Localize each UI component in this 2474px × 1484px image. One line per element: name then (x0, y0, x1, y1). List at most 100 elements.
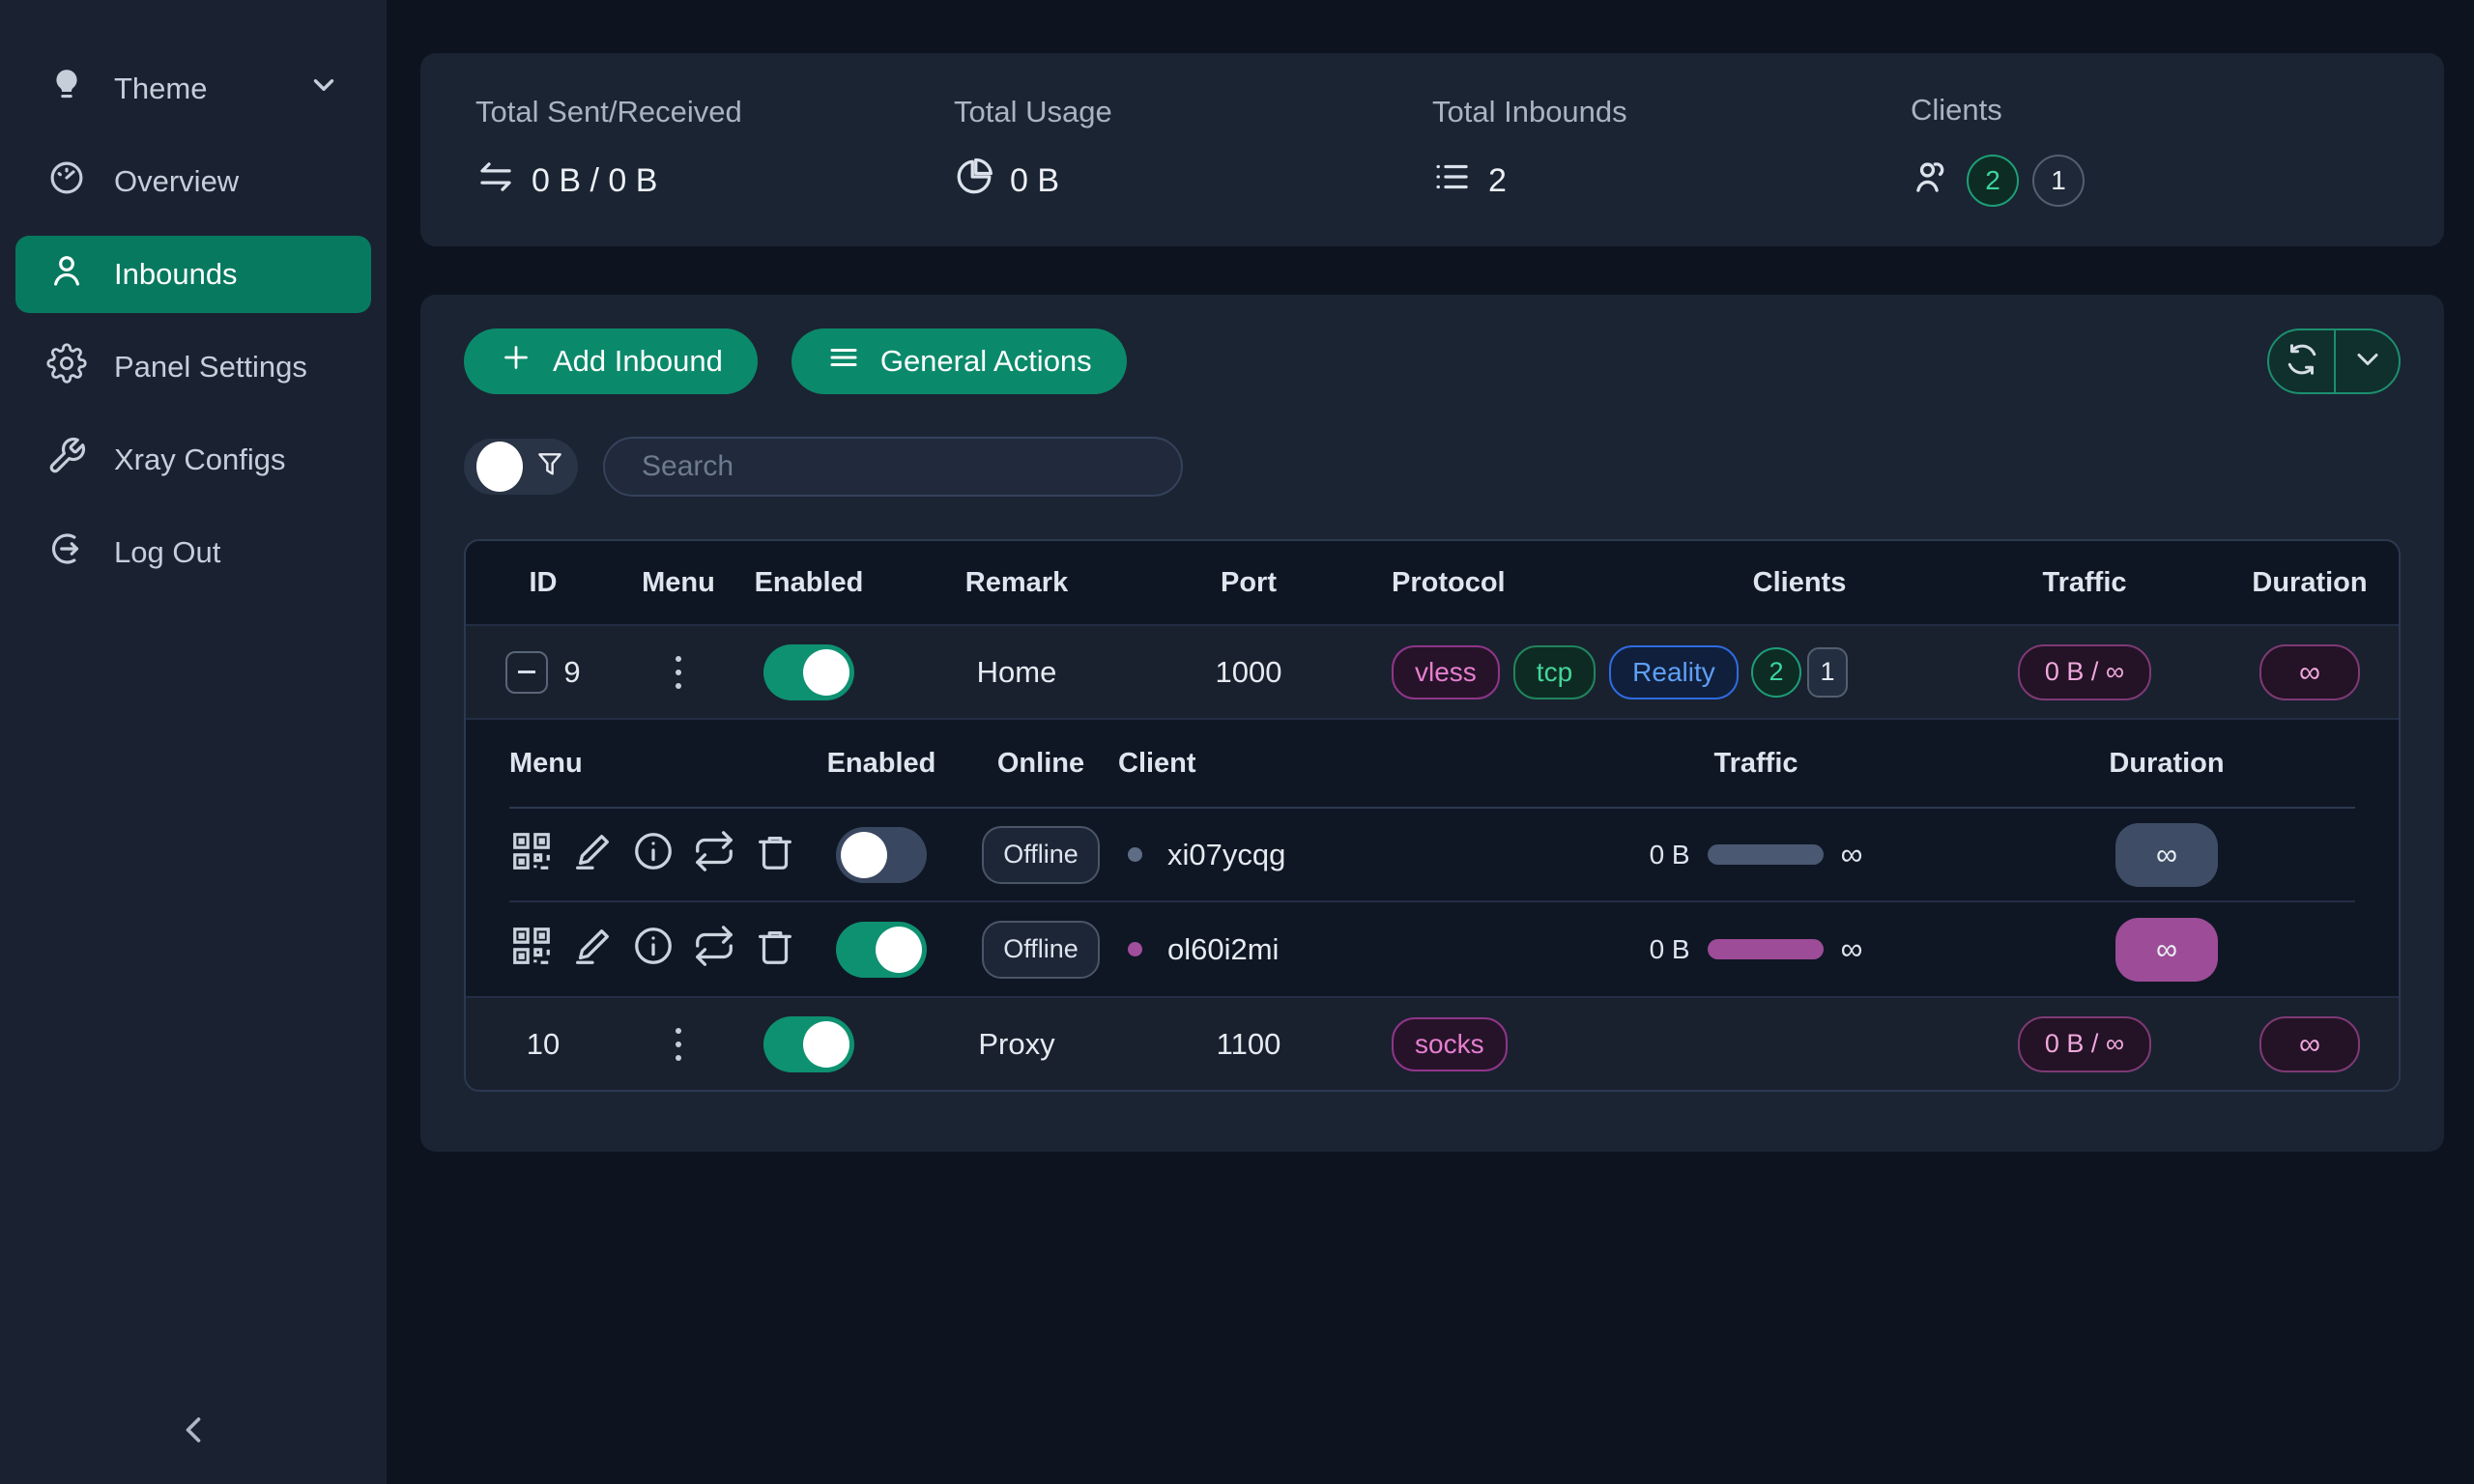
duration-badge: ∞ (2259, 1016, 2360, 1072)
search-input[interactable] (603, 437, 1183, 497)
add-inbound-label: Add Inbound (553, 344, 723, 379)
col-header-online: Online (964, 748, 1118, 780)
add-inbound-button[interactable]: Add Inbound (464, 328, 758, 394)
qrcode-icon[interactable] (509, 924, 554, 976)
duration-badge: ∞ (2115, 918, 2218, 982)
edit-icon[interactable] (570, 924, 615, 976)
gear-icon (46, 343, 87, 391)
refresh-split-button (2267, 328, 2401, 394)
inbound-remark: Proxy (881, 1027, 1152, 1062)
client-count-disabled-badge: 1 (1807, 647, 1848, 698)
duration-badge: ∞ (2115, 823, 2218, 887)
client-name: ol60i2mi (1167, 932, 1279, 967)
inbound-enabled-toggle[interactable] (763, 1016, 854, 1072)
logout-icon (46, 528, 87, 577)
online-status-badge: Offline (982, 826, 1100, 884)
inbound-id: 9 (563, 655, 580, 690)
sidebar-item-label: Inbounds (114, 257, 238, 292)
info-icon[interactable] (631, 924, 676, 976)
col-header-client: Client (1118, 748, 1534, 780)
users-icon (1911, 157, 1951, 206)
sidebar-item-panel-settings[interactable]: Panel Settings (15, 328, 371, 406)
sidebar-item-overview[interactable]: Overview (15, 143, 371, 220)
sidebar-item-xray-configs[interactable]: Xray Configs (15, 421, 371, 499)
duration-badge: ∞ (2259, 644, 2360, 700)
client-row: Offline xi07ycqg 0 B ∞ ∞ (509, 809, 2355, 902)
traffic-limit: ∞ (1841, 931, 1863, 967)
theme-selector[interactable]: Theme (15, 50, 371, 128)
traffic-progress-bar (1708, 939, 1824, 959)
refresh-button[interactable] (2269, 330, 2334, 392)
info-icon[interactable] (631, 829, 676, 881)
col-header-traffic: Traffic (1534, 748, 1978, 780)
client-enabled-toggle[interactable] (836, 922, 927, 978)
sidebar-item-inbounds[interactable]: Inbounds (15, 236, 371, 313)
protocol-badge: tcp (1513, 645, 1596, 699)
reset-traffic-icon[interactable] (692, 829, 736, 881)
col-header-port: Port (1152, 567, 1345, 599)
online-status-badge: Offline (982, 921, 1100, 979)
client-count-enabled-badge: 2 (1751, 647, 1801, 698)
swap-arrows-icon (475, 157, 516, 206)
pie-chart-icon (954, 157, 994, 206)
delete-icon[interactable] (753, 924, 797, 976)
toolbar: Add Inbound General Actions (464, 328, 2401, 394)
col-header-enabled: Enabled (799, 748, 964, 780)
general-actions-button[interactable]: General Actions (791, 328, 1127, 394)
sidebar-item-label: Overview (114, 164, 239, 199)
gauge-icon (46, 157, 87, 206)
col-header-menu: Menu (509, 748, 799, 780)
list-icon (1432, 157, 1473, 206)
app-root: Theme Overview (0, 0, 2474, 1484)
sidebar-item-label: Log Out (114, 535, 220, 570)
inbound-remark: Home (881, 655, 1152, 690)
stat-value: 2 (1488, 162, 1507, 200)
table-row: 10 Proxy 1100 socks 0 B / ∞ (466, 996, 2399, 1090)
chevron-down-icon (307, 69, 340, 109)
client-color-dot (1128, 942, 1142, 956)
stat-total-sent-received: Total Sent/Received 0 B / 0 B (475, 95, 954, 206)
theme-label: Theme (114, 71, 207, 106)
wrench-icon (46, 436, 87, 484)
stat-label: Total Sent/Received (475, 95, 954, 129)
search-row (464, 437, 2401, 497)
stat-label: Total Inbounds (1432, 95, 1911, 129)
client-color-dot (1128, 847, 1142, 862)
sidebar-item-logout[interactable]: Log Out (15, 514, 371, 591)
stat-value: 0 B (1010, 162, 1059, 200)
traffic-used: 0 B (1650, 840, 1690, 870)
traffic-badge: 0 B / ∞ (2018, 1016, 2151, 1072)
col-header-clients: Clients (1654, 567, 1944, 599)
toggle-knob (476, 442, 523, 492)
collapse-row-button[interactable] (505, 651, 548, 694)
user-icon (46, 250, 87, 299)
row-menu-button[interactable] (670, 1022, 687, 1067)
lightbulb-icon (46, 65, 87, 113)
traffic-used: 0 B (1650, 934, 1690, 965)
hamburger-icon (826, 340, 861, 383)
stats-card: Total Sent/Received 0 B / 0 B Total Usag… (420, 53, 2444, 246)
sidebar: Theme Overview (0, 0, 387, 1484)
qrcode-icon[interactable] (509, 829, 554, 881)
table-header-row: ID Menu Enabled Remark Port Protocol Cli… (466, 541, 2399, 624)
reset-traffic-icon[interactable] (692, 924, 736, 976)
stat-label: Clients (1911, 93, 2389, 128)
sidebar-collapse-button[interactable] (162, 1401, 224, 1463)
funnel-icon (534, 449, 565, 485)
refresh-options-button[interactable] (2334, 330, 2399, 392)
protocol-badge: vless (1392, 645, 1500, 699)
inbound-port: 1100 (1152, 1027, 1345, 1062)
inbounds-table: ID Menu Enabled Remark Port Protocol Cli… (464, 539, 2401, 1092)
inbound-enabled-toggle[interactable] (763, 644, 854, 700)
inbounds-panel: Add Inbound General Actions (420, 295, 2444, 1152)
client-table-header-row: Menu Enabled Online Client Traffic Durat… (509, 720, 2355, 809)
client-count-online-badge: 2 (1967, 155, 2019, 207)
edit-icon[interactable] (570, 829, 615, 881)
col-header-duration: Duration (1978, 748, 2355, 780)
delete-icon[interactable] (753, 829, 797, 881)
filter-toggle[interactable] (464, 439, 578, 495)
stat-label: Total Usage (954, 95, 1432, 129)
inbound-port: 1000 (1152, 655, 1345, 690)
client-enabled-toggle[interactable] (836, 827, 927, 883)
row-menu-button[interactable] (670, 650, 687, 695)
